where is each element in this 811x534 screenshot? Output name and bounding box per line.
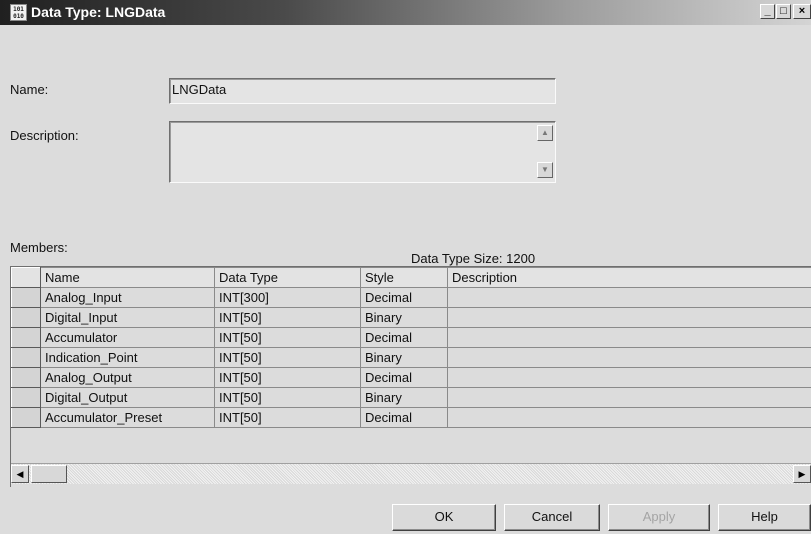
description-label: Description: (10, 128, 79, 143)
column-header-description[interactable]: Description (447, 267, 811, 288)
member-name[interactable]: Analog_Output (40, 367, 215, 388)
table-row[interactable]: Indication_Point INT[50] Binary (11, 347, 811, 368)
members-table: Name Data Type Style Description Analog_… (11, 267, 811, 428)
member-description[interactable] (447, 387, 811, 408)
cancel-button[interactable]: Cancel (504, 504, 600, 531)
description-scroll-down-icon[interactable]: ▼ (537, 162, 553, 178)
scroll-left-icon[interactable]: ◀ (11, 465, 29, 483)
help-button[interactable]: Help (718, 504, 811, 531)
member-style[interactable]: Binary (360, 307, 448, 328)
column-header-style[interactable]: Style (360, 267, 448, 288)
member-style[interactable]: Decimal (360, 407, 448, 428)
description-field[interactable] (169, 121, 556, 183)
ok-button[interactable]: OK (392, 504, 496, 531)
table-row[interactable]: Accumulator INT[50] Decimal (11, 327, 811, 348)
member-style[interactable]: Binary (360, 347, 448, 368)
window-title: Data Type: LNGData (31, 4, 166, 20)
member-name[interactable]: Analog_Input (40, 287, 215, 308)
scroll-right-icon[interactable]: ▶ (793, 465, 811, 483)
description-scroll-up-icon[interactable]: ▲ (537, 125, 553, 141)
row-selector[interactable] (11, 307, 41, 328)
member-data-type[interactable]: INT[300] (214, 287, 361, 308)
member-name[interactable]: Accumulator (40, 327, 215, 348)
member-name[interactable]: Digital_Output (40, 387, 215, 408)
column-header-data-type[interactable]: Data Type (214, 267, 361, 288)
minimize-button[interactable]: _ (760, 4, 775, 19)
member-description[interactable] (447, 307, 811, 328)
row-selector[interactable] (11, 387, 41, 408)
member-data-type[interactable]: INT[50] (214, 327, 361, 348)
table-row[interactable]: Accumulator_Preset INT[50] Decimal (11, 407, 811, 428)
row-selector[interactable] (11, 407, 41, 428)
member-style[interactable]: Binary (360, 387, 448, 408)
row-selector[interactable] (11, 347, 41, 368)
table-row[interactable]: Digital_Input INT[50] Binary (11, 307, 811, 328)
horizontal-scrollbar[interactable]: ◀ ▶ (11, 463, 811, 484)
table-row[interactable]: Digital_Output INT[50] Binary (11, 387, 811, 408)
row-header-corner (11, 267, 41, 288)
member-name[interactable]: Accumulator_Preset (40, 407, 215, 428)
members-label: Members: (10, 240, 68, 255)
member-description[interactable] (447, 327, 811, 348)
close-button[interactable]: × (793, 4, 811, 19)
members-grid[interactable]: Name Data Type Style Description Analog_… (10, 266, 811, 487)
name-label: Name: (10, 82, 49, 97)
member-style[interactable]: Decimal (360, 367, 448, 388)
column-header-name[interactable]: Name (40, 267, 215, 288)
member-data-type[interactable]: INT[50] (214, 347, 361, 368)
name-field[interactable]: LNGData (169, 78, 556, 104)
member-data-type[interactable]: INT[50] (214, 307, 361, 328)
member-data-type[interactable]: INT[50] (214, 407, 361, 428)
apply-button[interactable]: Apply (608, 504, 710, 531)
maximize-button[interactable]: □ (776, 4, 791, 19)
row-selector[interactable] (11, 367, 41, 388)
member-style[interactable]: Decimal (360, 287, 448, 308)
member-name[interactable]: Digital_Input (40, 307, 215, 328)
member-description[interactable] (447, 347, 811, 368)
scroll-thumb[interactable] (31, 465, 67, 483)
title-bar[interactable]: 101 010 Data Type: LNGData _ □ × (0, 0, 811, 25)
member-data-type[interactable]: INT[50] (214, 367, 361, 388)
member-name[interactable]: Indication_Point (40, 347, 215, 368)
member-style[interactable]: Decimal (360, 327, 448, 348)
data-type-size: Data Type Size: 1200 (411, 251, 536, 266)
member-description[interactable] (447, 287, 811, 308)
table-row[interactable]: Analog_Output INT[50] Decimal (11, 367, 811, 388)
row-selector[interactable] (11, 287, 41, 308)
member-data-type[interactable]: INT[50] (214, 387, 361, 408)
member-description[interactable] (447, 367, 811, 388)
table-row[interactable]: Analog_Input INT[300] Decimal (11, 287, 811, 308)
member-description[interactable] (447, 407, 811, 428)
app-icon: 101 010 (10, 4, 27, 21)
row-selector[interactable] (11, 327, 41, 348)
